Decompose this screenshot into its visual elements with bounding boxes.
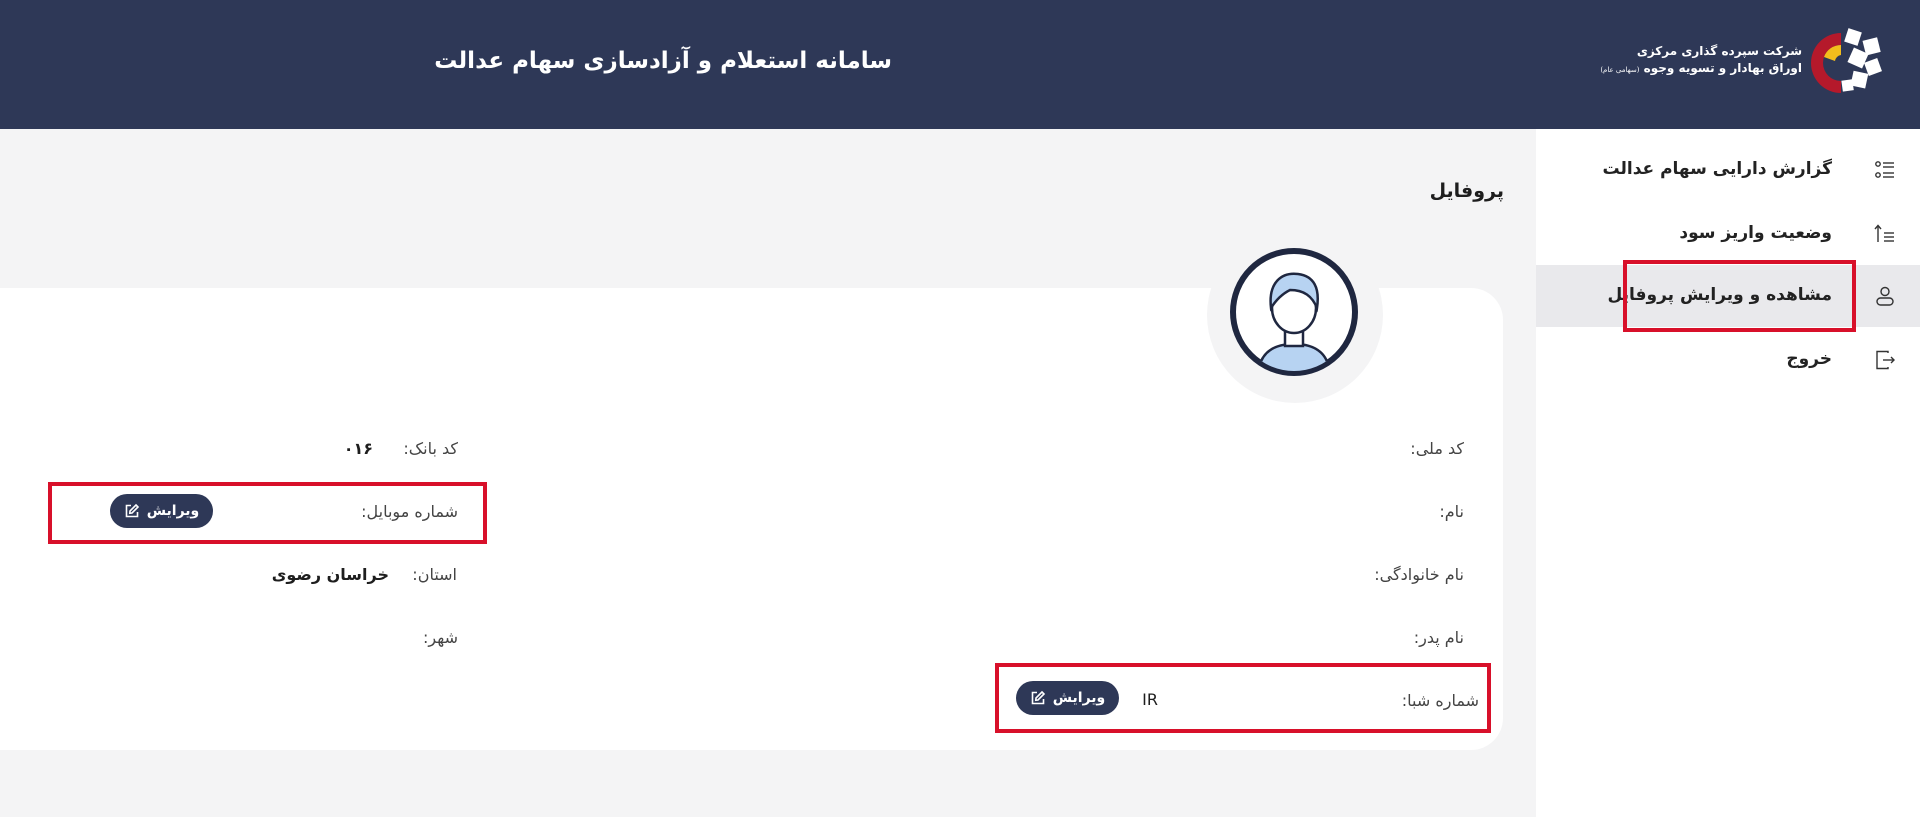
- city-label: شهر:: [423, 628, 458, 647]
- sidebar-item-shares-report[interactable]: گزارش دارایی سهام عدالت: [1536, 139, 1920, 201]
- page-title: پروفایل: [1429, 180, 1504, 202]
- first-name-label: نام:: [1439, 502, 1464, 521]
- bank-code-value: ۰۱۶: [343, 439, 373, 458]
- logo-line2-small: (سهامی عام): [1600, 66, 1640, 74]
- sidebar-item-view-edit-profile[interactable]: مشاهده و ویرایش پروفایل: [1536, 265, 1920, 327]
- logo-line2: اوراق بهادار و تسویه وجوه (سهامی عام): [1600, 59, 1802, 79]
- sidebar-item-dividend-status[interactable]: وضعیت واریز سود: [1536, 203, 1920, 265]
- sort-ascending-icon: [1874, 224, 1894, 242]
- mobile-label: شماره موبایل:: [361, 502, 458, 521]
- sheba-value: IR: [1142, 690, 1158, 709]
- edit-button-label: ویرایش: [146, 503, 200, 519]
- bank-code-label: کد بانک:: [403, 439, 458, 458]
- edit-sheba-button[interactable]: ویرایش: [1016, 681, 1119, 715]
- logout-icon: [1876, 350, 1895, 370]
- edit-button-label: ویرایش: [1052, 690, 1106, 706]
- sidebar-item-label: وضعیت واریز سود: [1679, 223, 1832, 243]
- app-title: سامانه استعلام و آزادسازی سهام عدالت: [434, 48, 892, 74]
- sidebar: گزارش دارایی سهام عدالت وضعیت واریز سود …: [1536, 129, 1920, 817]
- province-value: خراسان رضوی: [271, 565, 389, 584]
- company-logo-icon: [1811, 28, 1882, 93]
- last-name-label: نام خانوادگی:: [1374, 565, 1464, 584]
- province-label: استان:: [412, 565, 457, 584]
- top-header: سامانه استعلام و آزادسازی سهام عدالت شرک…: [0, 0, 1920, 129]
- sidebar-item-label: خروج: [1786, 349, 1832, 369]
- user-icon: [1876, 286, 1894, 306]
- logo-line1: شرکت سپرده گذاری مرکزی: [1636, 44, 1802, 58]
- sidebar-item-logout[interactable]: خروج: [1536, 329, 1920, 391]
- logo-line2-main: اوراق بهادار و تسویه وجوه: [1643, 61, 1802, 75]
- edit-mobile-button[interactable]: ویرایش: [110, 494, 213, 528]
- logo-text: شرکت سپرده گذاری مرکزی اوراق بهادار و تس…: [1600, 43, 1802, 79]
- edit-icon: [125, 503, 139, 518]
- avatar-icon: [1230, 248, 1358, 376]
- list-icon: [1875, 161, 1894, 178]
- national-code-label: کد ملی:: [1410, 439, 1464, 458]
- edit-icon: [1031, 690, 1045, 705]
- sheba-label: شماره شبا:: [1401, 691, 1479, 710]
- father-name-label: نام پدر:: [1413, 628, 1464, 647]
- sidebar-item-label: مشاهده و ویرایش پروفایل: [1607, 285, 1832, 305]
- sidebar-item-label: گزارش دارایی سهام عدالت: [1602, 159, 1832, 179]
